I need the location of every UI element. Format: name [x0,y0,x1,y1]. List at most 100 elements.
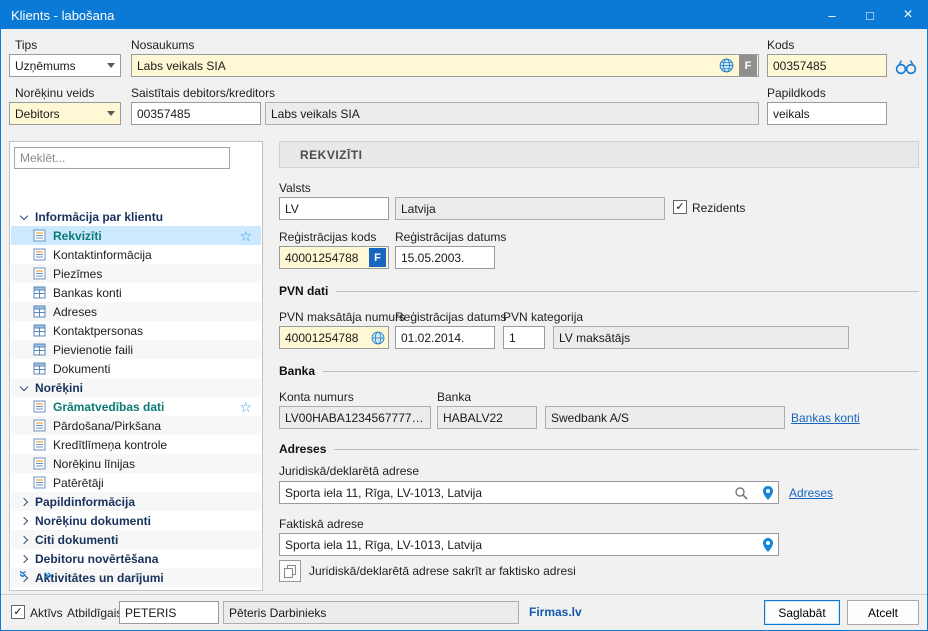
form-icon [33,229,46,242]
tips-value: Uzņēmums [15,59,76,73]
magnifier-icon[interactable] [734,486,748,500]
reg-kods-field[interactable]: 40001254788 F [279,246,389,269]
valsts-nosaukums-value: Latvija [401,202,436,216]
map-pin-icon[interactable] [762,485,774,501]
tips-combobox[interactable]: Uzņēmums [9,54,121,77]
sidebar-group-norekinu-dokumenti[interactable]: Norēķinu dokumenti [11,511,261,530]
chevron-down-icon [20,211,28,219]
firmas-lookup-button[interactable]: F [369,248,386,267]
pvn-numurs-label: PVN maksātāja numurs [279,310,405,324]
search-input[interactable] [14,147,230,169]
item-label: Kredītlīmeņa kontrole [53,438,167,452]
atbildigais-kods-field[interactable]: PETERIS [119,601,219,624]
globe-icon[interactable] [719,58,734,73]
sidebar-group-citi-dokumenti[interactable]: Citi dokumenti [11,530,261,549]
close-button[interactable]: × [889,1,927,29]
window-title: Klients - labošana [11,8,114,23]
cancel-button[interactable]: Atcelt [847,600,919,625]
titlebar[interactable]: Klients - labošana – □ × [1,1,927,29]
sidebar-group-papildinformacija[interactable]: Papildinformācija [11,492,261,511]
juridiska-adrese-field[interactable]: Sporta iela 11, Rīga, LV-1013, Latvija [279,481,779,504]
banka-nosaukums-value: Swedbank A/S [551,411,629,425]
adreses-section-header: Adreses [279,442,919,456]
valsts-kods-field[interactable]: LV [279,197,389,220]
binoculars-lookup-icon[interactable] [894,58,918,75]
table-icon [33,324,46,337]
sidebar-group-norekini[interactable]: Norēķini [11,378,261,397]
section-title: REKVIZĪTI [300,148,363,162]
adreses-link[interactable]: Adreses [789,486,833,500]
sidebar-item-kreditlimena-kontrole[interactable]: Kredītlīmeņa kontrole [11,435,261,454]
table-icon [33,305,46,318]
nosaukums-value: Labs veikals SIA [137,59,226,73]
reg-kods-label: Reģistrācijas kods [279,230,376,244]
pvn-datums-label: Reģistrācijas datums [395,310,506,324]
window-controls: – □ × [813,1,927,29]
adreses-section-title: Adreses [279,442,326,456]
tree-controls: » » [20,566,52,582]
banka-kods-value: HABALV22 [443,411,503,425]
nosaukums-field[interactable]: Labs veikals SIA F [131,54,759,77]
expand-all-icon[interactable]: » [16,570,32,578]
saistitais-nosaukums-value: Labs veikals SIA [271,107,360,121]
sidebar-item-norekinu-linijas[interactable]: Norēķinu līnijas [11,454,261,473]
papildkods-field[interactable]: veikals [767,102,887,125]
sidebar-group-informacija-par-klientu[interactable]: Informācija par klientu [11,207,261,226]
pvn-section-header: PVN dati [279,284,919,298]
group-label: Papildinformācija [35,495,135,509]
rezidents-checkbox[interactable]: ✓ [673,200,687,214]
minimize-button[interactable]: – [813,1,851,29]
saistitais-kods-field[interactable]: 00357485 [131,102,261,125]
copy-address-button[interactable] [279,560,301,582]
valsts-label: Valsts [279,181,311,195]
rezidents-label: Rezidents [692,201,745,215]
pvn-kategorija-nosaukums-field: LV maksātājs [553,326,849,349]
aktivs-label: Aktīvs [30,606,63,620]
sidebar-item-rekviziti[interactable]: Rekvizīti ☆ [11,226,261,245]
bankas-konti-link[interactable]: Bankas konti [791,411,860,425]
sidebar-item-kontaktinformacija[interactable]: Kontaktinformācija [11,245,261,264]
star-icon[interactable]: ☆ [239,229,252,243]
sidebar-item-piezimes[interactable]: Piezīmes [11,264,261,283]
reg-datums-field[interactable]: 15.05.2003. [395,246,495,269]
pvn-datums-field[interactable]: 01.02.2014. [395,326,495,349]
saistitais-nosaukums-field: Labs veikals SIA [265,102,759,125]
valsts-kods-value: LV [285,202,299,216]
item-label: Grāmatvedības dati [53,400,164,414]
formula-button[interactable]: F [739,55,757,76]
sidebar-item-pievienotie-faili[interactable]: Pievienotie faili [11,340,261,359]
sidebar-item-pardosana-pirksana[interactable]: Pārdošana/Pirkšana [11,416,261,435]
maximize-button[interactable]: □ [851,1,889,29]
papildkods-label: Papildkods [767,86,826,100]
sidebar-item-kontaktpersonas[interactable]: Kontaktpersonas [11,321,261,340]
reg-kods-value: 40001254788 [285,251,358,265]
pvn-datums-value: 01.02.2014. [401,331,464,345]
sidebar-item-pateretaji[interactable]: Patērētāji [11,473,261,492]
norekinu-veids-value: Debitors [15,107,60,121]
pvn-numurs-field[interactable]: 40001254788 [279,326,389,349]
pvn-kategorija-label: PVN kategorija [503,310,583,324]
sidebar-item-dokumenti[interactable]: Dokumenti [11,359,261,378]
aktivs-checkbox[interactable]: ✓ [11,605,25,619]
banka-label: Banka [437,390,471,404]
juridiska-adrese-label: Juridiskā/deklarētā adrese [279,464,419,478]
sidebar-item-adreses[interactable]: Adreses [11,302,261,321]
table-icon [33,343,46,356]
star-icon[interactable]: ☆ [239,400,252,414]
reg-datums-label: Reģistrācijas datums [395,230,506,244]
globe-icon[interactable] [371,331,385,345]
konta-numurs-label: Konta numurs [279,390,354,404]
map-pin-icon[interactable] [762,537,774,553]
banka-section-header: Banka [279,364,919,378]
papildkods-value: veikals [773,107,810,121]
collapse-panel-icon[interactable]: » [44,566,52,582]
firmas-lv-brand[interactable]: Firmas.lv [529,605,582,619]
save-button[interactable]: Saglabāt [764,600,840,625]
copy-icon [283,564,297,578]
pvn-kategorija-kods-field[interactable]: 1 [503,326,545,349]
sidebar-item-gramatvedibas-dati[interactable]: Grāmatvedības dati ☆ [11,397,261,416]
norekinu-veids-combobox[interactable]: Debitors [9,102,121,125]
sidebar-item-bankas-konti[interactable]: Bankas konti [11,283,261,302]
kods-field[interactable]: 00357485 [767,54,887,77]
faktiska-adrese-field[interactable]: Sporta iela 11, Rīga, LV-1013, Latvija [279,533,779,556]
